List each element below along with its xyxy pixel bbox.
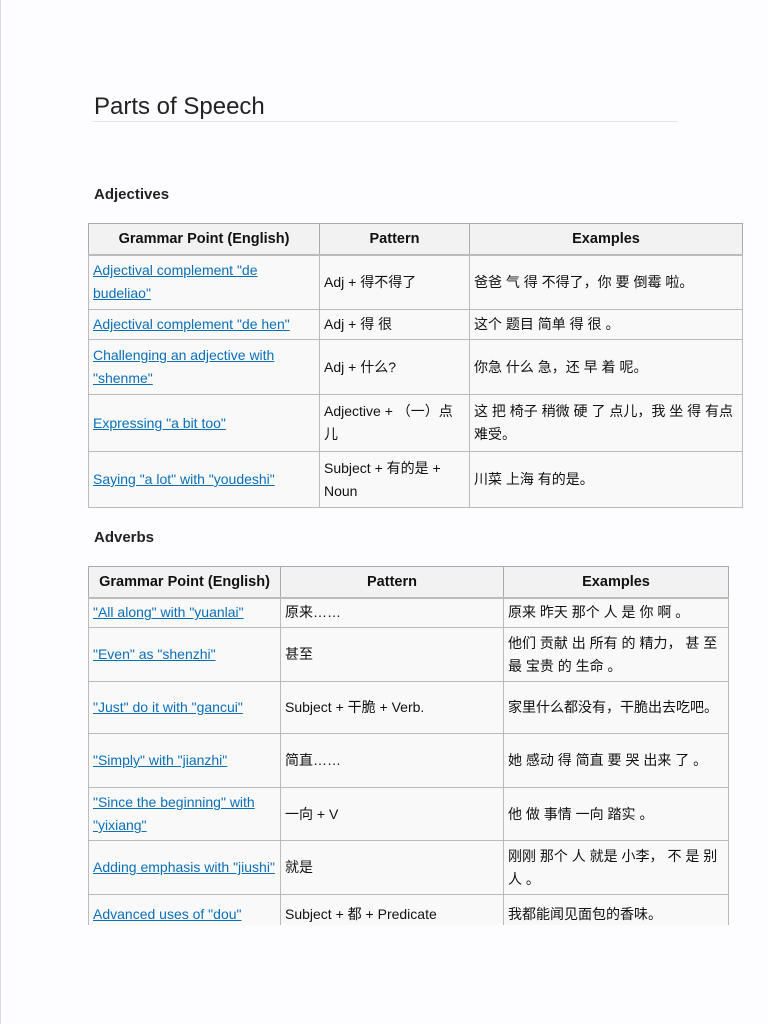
example-cell: 他们 贡献 出 所有 的 精力， 甚 至 最 宝贵 的 生命 。 — [503, 627, 729, 682]
table-row: "All along" with "yuanlai" 原来…… 原来 昨天 那个 人… — [88, 597, 729, 628]
table-row: "Since the beginning" with "yixiang" 一向 +… — [88, 787, 729, 841]
adjectives-heading: Adjectives — [94, 186, 170, 203]
example-cell: 他 做 事情 一向 踏实 。 — [503, 787, 729, 841]
grammar-point-cell: Expressing "a bit too" — [88, 394, 320, 452]
table-row: "Just" do it with "gancui" Subject + 干脆 +… — [88, 681, 729, 734]
column-header-pattern: Pattern — [280, 566, 504, 599]
grammar-point-link[interactable]: "Since the beginning" with "yixiang" — [93, 794, 255, 833]
adjectives-table: Grammar Point (English) Pattern Examples… — [88, 223, 743, 508]
column-header-examples: Examples — [469, 223, 743, 256]
pattern-cell: Subject + 有的是 + Noun — [319, 451, 470, 508]
grammar-point-cell: Challenging an adjective with "shenme" — [88, 339, 320, 395]
pattern-cell: 简直…… — [280, 733, 504, 788]
pattern-cell: 一向 + V — [280, 787, 504, 841]
pattern-cell: Adj + 什么? — [319, 339, 470, 395]
table-row: Expressing "a bit too" Adjective + （一）点儿这… — [88, 394, 743, 452]
grammar-point-link[interactable]: Adding emphasis with "jiushi" — [93, 859, 275, 875]
pattern-cell: Subject + 都 + Predicate — [280, 894, 504, 925]
adverbs-table-viewport: Grammar Point (English) Pattern Examples… — [88, 560, 738, 925]
pattern-cell: Subject + 干脆 + Verb. — [280, 681, 504, 734]
title-divider — [92, 121, 678, 122]
example-cell: 这 把 椅子 稍微 硬 了 点儿，我 坐 得 有点 难受。 — [469, 394, 743, 452]
example-cell: 这个 题目 简单 得 很 。 — [469, 309, 743, 340]
table-row: Advanced uses of "dou" Subject + 都 + Pred… — [88, 894, 729, 925]
grammar-point-link[interactable]: "Just" do it with "gancui" — [93, 699, 243, 715]
example-cell: 川菜 上海 有的是。 — [469, 451, 743, 508]
page-edge — [0, 0, 1, 1024]
example-cell: 刚刚 那个 人 就是 小李， 不 是 别人 。 — [503, 840, 729, 895]
column-header-examples: Examples — [503, 566, 729, 599]
grammar-point-link[interactable]: Expressing "a bit too" — [93, 415, 226, 431]
grammar-point-link[interactable]: Adjectival complement "de budeliao" — [93, 262, 258, 301]
page-title: Parts of Speech — [94, 93, 265, 120]
table-row: Adjectival complement "de budeliao" Adj +… — [88, 254, 743, 310]
grammar-point-cell: Adding emphasis with "jiushi" — [88, 840, 281, 895]
example-cell: 她 感动 得 简直 要 哭 出来 了 。 — [503, 733, 729, 788]
table-row: Adding emphasis with "jiushi" 就是 刚刚 那个 人 就… — [88, 840, 729, 895]
grammar-point-cell: Adjectival complement "de hen" — [88, 309, 320, 340]
grammar-point-link[interactable]: "Even" as "shenzhi" — [93, 646, 216, 662]
column-header-pattern: Pattern — [319, 223, 470, 256]
adverbs-heading: Adverbs — [94, 529, 155, 546]
grammar-point-link[interactable]: "All along" with "yuanlai" — [93, 604, 244, 620]
grammar-point-link[interactable]: "Simply" with "jianzhi" — [93, 752, 227, 768]
column-header-grammar-point: Grammar Point (English) — [88, 223, 320, 256]
grammar-point-cell: Saying "a lot" with "youdeshi" — [88, 451, 320, 508]
adverbs-table: Grammar Point (English) Pattern Examples… — [88, 566, 729, 925]
grammar-point-link[interactable]: Challenging an adjective with "shenme" — [93, 347, 274, 386]
pattern-cell: 原来…… — [280, 597, 504, 628]
pattern-cell: Adj + 得不得了 — [319, 254, 470, 310]
table-row: "Even" as "shenzhi" 甚至 他们 贡献 出 所有 的 精力， 甚 … — [88, 627, 729, 682]
grammar-point-cell: "All along" with "yuanlai" — [88, 597, 281, 628]
pattern-cell: Adj + 得 很 — [319, 309, 470, 340]
table-row: Challenging an adjective with "shenme" Ad… — [88, 339, 743, 395]
table-row: Adjectival complement "de hen" Adj + 得 很这… — [88, 309, 743, 340]
grammar-point-cell: "Just" do it with "gancui" — [88, 681, 281, 734]
pattern-cell: 就是 — [280, 840, 504, 895]
pattern-cell: 甚至 — [280, 627, 504, 682]
example-cell: 原来 昨天 那个 人 是 你 啊 。 — [503, 597, 729, 628]
example-cell: 家里什么都没有，干脆出去吃吧。 — [503, 681, 729, 734]
grammar-point-cell: "Since the beginning" with "yixiang" — [88, 787, 281, 841]
table-row: Saying "a lot" with "youdeshi" Subject + … — [88, 451, 743, 508]
grammar-point-link[interactable]: Adjectival complement "de hen" — [93, 316, 290, 332]
table-row: "Simply" with "jianzhi" 简直…… 她 感动 得 简直 要 哭… — [88, 733, 729, 788]
grammar-point-cell: "Simply" with "jianzhi" — [88, 733, 281, 788]
grammar-point-link[interactable]: Advanced uses of "dou" — [93, 906, 241, 922]
example-cell: 我都能闻见面包的香味。 — [503, 894, 729, 925]
grammar-point-cell: Adjectival complement "de budeliao" — [88, 254, 320, 310]
example-cell: 你急 什么 急，还 早 着 呢。 — [469, 339, 743, 395]
grammar-point-cell: Advanced uses of "dou" — [88, 894, 281, 925]
pattern-cell: Adjective + （一）点儿 — [319, 394, 470, 452]
column-header-grammar-point: Grammar Point (English) — [88, 566, 281, 599]
grammar-point-link[interactable]: Saying "a lot" with "youdeshi" — [93, 471, 275, 487]
example-cell: 爸爸 气 得 不得了，你 要 倒霉 啦。 — [469, 254, 743, 310]
grammar-point-cell: "Even" as "shenzhi" — [88, 627, 281, 682]
